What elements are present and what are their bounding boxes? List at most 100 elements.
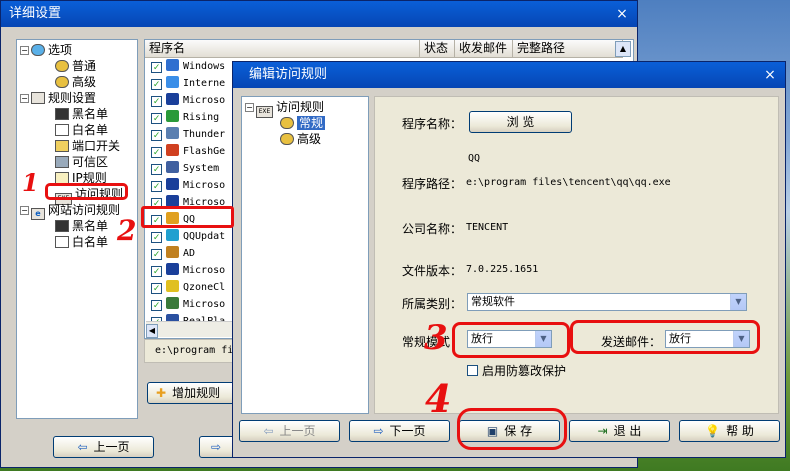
program-row[interactable]: ✓ AD <box>145 245 235 262</box>
port-icon <box>55 140 69 152</box>
collapse-icon[interactable]: − <box>20 94 29 103</box>
program-row[interactable]: ✓ QQUpdat <box>145 228 235 245</box>
program-row[interactable]: ✓ Microso <box>145 177 235 194</box>
program-row[interactable]: ✓ QzoneCl <box>145 279 235 296</box>
tree-item-advanced[interactable]: 高级 <box>55 74 96 90</box>
program-row[interactable]: ✓ Windows <box>145 58 235 75</box>
app-icon <box>166 127 179 139</box>
exit-button[interactable]: ⇥ 退 出 <box>569 420 670 442</box>
row-checkbox[interactable]: ✓ <box>151 96 162 107</box>
company-value: TENCENT <box>466 222 509 233</box>
program-row[interactable]: ✓ Rising <box>145 109 235 126</box>
dialog-tree-general[interactable]: 常规 <box>280 115 326 131</box>
program-name: Windows <box>183 61 226 72</box>
chevron-down-icon[interactable]: ▼ <box>730 294 746 310</box>
app-icon <box>166 297 179 309</box>
dialog-tree-access-rules[interactable]: − EXE 访问规则 <box>245 99 324 118</box>
program-name: QQUpdat <box>183 231 226 242</box>
row-checkbox[interactable]: ✓ <box>151 232 162 243</box>
program-row[interactable]: ✓ Interne <box>145 75 235 92</box>
row-checkbox[interactable]: ✓ <box>151 147 162 158</box>
tree-item-general[interactable]: 普通 <box>55 58 96 74</box>
row-checkbox[interactable]: ✓ <box>151 164 162 175</box>
document-icon <box>55 220 69 232</box>
row-checkbox[interactable]: ✓ <box>151 113 162 124</box>
row-checkbox[interactable]: ✓ <box>151 130 162 141</box>
collapse-icon[interactable]: − <box>245 103 254 112</box>
program-name: System <box>183 163 220 174</box>
program-name: Thunder <box>183 129 226 140</box>
row-checkbox[interactable]: ✓ <box>151 79 162 90</box>
row-checkbox[interactable]: ✓ <box>151 266 162 277</box>
row-checkbox[interactable]: ✓ <box>151 283 162 294</box>
help-button[interactable]: 💡 帮 助 <box>679 420 780 442</box>
document-icon <box>55 236 69 248</box>
scroll-up-button[interactable]: ▲ <box>615 41 631 57</box>
row-checkbox[interactable]: ✓ <box>151 300 162 311</box>
program-row[interactable]: ✓ Microso <box>145 296 235 313</box>
annotation-box-save <box>457 408 567 450</box>
tree-item-port-switch[interactable]: 端口开关 <box>55 138 120 154</box>
tree-item-web-whitelist[interactable]: 白名单 <box>55 234 108 250</box>
exit-icon: ⇥ <box>597 424 608 438</box>
app-icon <box>166 178 179 190</box>
column-status[interactable]: 状态 <box>420 40 455 58</box>
tree-item-blacklist[interactable]: 黑名单 <box>55 106 108 122</box>
arrow-left-icon: ⇦ <box>77 440 88 454</box>
app-icon <box>166 229 179 241</box>
row-checkbox[interactable]: ✓ <box>151 181 162 192</box>
app-icon <box>166 280 179 292</box>
dialog-close-button[interactable]: × <box>761 66 779 84</box>
tree-item-web-access-rules[interactable]: − e 网站访问规则 <box>20 202 120 220</box>
tamper-protection-checkbox[interactable]: 启用防篡改保护 <box>467 362 566 379</box>
path-display-text: e:\program fi <box>155 345 234 356</box>
program-row[interactable]: ✓ FlashGe <box>145 143 235 160</box>
document-icon <box>55 124 69 136</box>
tree-item-rule-settings[interactable]: − 规则设置 <box>20 90 96 106</box>
row-checkbox[interactable]: ✓ <box>151 249 162 260</box>
app-icon <box>166 59 179 71</box>
annotation-number-3: 3 <box>424 318 448 358</box>
program-name: Rising <box>183 112 220 123</box>
lightbulb-icon: 💡 <box>705 424 721 438</box>
dialog-form: 程序名称： 浏 览 QQ 程序路径： e:\program files\tenc… <box>374 96 779 414</box>
gear-icon <box>280 117 294 129</box>
program-row[interactable]: ✓ System <box>145 160 235 177</box>
settings-title: 详细设置 <box>9 6 62 21</box>
collapse-icon[interactable]: − <box>20 206 29 215</box>
category-select[interactable]: 常规软件 ▼ <box>467 293 747 311</box>
annotation-number-2: 2 <box>117 214 137 247</box>
tree-item-options[interactable]: − 选项 <box>20 42 72 58</box>
dialog-next-button[interactable]: ⇨ 下一页 <box>349 420 450 442</box>
gear-icon <box>31 44 45 56</box>
scroll-left-icon[interactable]: ◀ <box>146 324 158 338</box>
dialog-prev-button[interactable]: ⇦ 上一页 <box>239 420 340 442</box>
row-checkbox[interactable]: ✓ <box>151 62 162 73</box>
tree-item-web-blacklist[interactable]: 黑名单 <box>55 218 108 234</box>
tree-item-whitelist[interactable]: 白名单 <box>55 122 108 138</box>
add-rule-button[interactable]: ✚ 增加规则 <box>147 382 239 404</box>
category-label: 所属类别： <box>402 297 463 311</box>
computer-icon <box>55 156 69 168</box>
main-prev-page-button[interactable]: ⇦ 上一页 <box>53 436 154 458</box>
checkbox-box[interactable] <box>467 365 478 376</box>
program-row[interactable]: ✓ Microso <box>145 262 235 279</box>
program-name: Microso <box>183 299 226 310</box>
dialog-tree-advanced[interactable]: 高级 <box>280 131 321 147</box>
column-program-name[interactable]: 程序名 <box>145 40 420 58</box>
program-row[interactable]: ✓ Thunder <box>145 126 235 143</box>
browse-button[interactable]: 浏 览 <box>469 111 572 133</box>
program-name: Microso <box>183 265 226 276</box>
tree-item-trusted-zone[interactable]: 可信区 <box>55 154 108 170</box>
horizontal-scrollbar[interactable]: ◀ <box>146 321 236 338</box>
settings-close-button[interactable]: × <box>613 5 631 23</box>
program-name: FlashGe <box>183 146 226 157</box>
arrow-right-icon: ⇨ <box>210 440 222 454</box>
annotation-box-qq-row <box>141 206 234 228</box>
collapse-icon[interactable]: − <box>20 46 29 55</box>
app-icon <box>166 144 179 156</box>
annotation-box-access-rules <box>45 183 128 200</box>
program-row[interactable]: ✓ Microso <box>145 92 235 109</box>
column-full-path[interactable]: 完整路径 <box>513 40 623 58</box>
column-mail[interactable]: 收发邮件 <box>455 40 513 58</box>
